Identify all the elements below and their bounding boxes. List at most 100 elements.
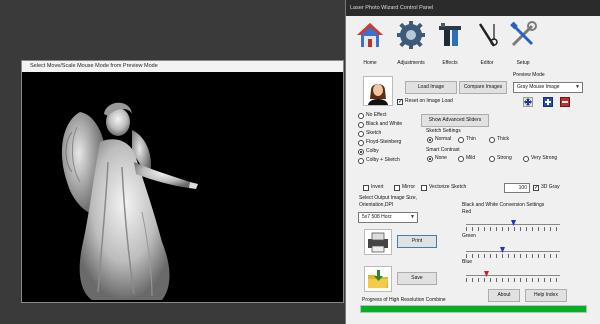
sketch-radio-thin[interactable] (458, 137, 464, 143)
save-icon-box (364, 266, 392, 292)
editor-icon (478, 23, 498, 47)
contrast-option-label: Strong (497, 155, 512, 161)
value-field[interactable]: 100 (504, 183, 530, 193)
preview-mode-select[interactable]: Gray Mouse Image ▼ (513, 82, 583, 93)
chevron-down-icon: ▼ (575, 84, 580, 90)
slider-ticks (466, 278, 560, 282)
progress-bar-fill (361, 306, 586, 312)
toolbar-editor-label: Editor (480, 60, 494, 66)
effect-label: No Effect (366, 112, 387, 118)
preview-canvas[interactable] (22, 72, 343, 302)
toolbar-home-label: Home (363, 60, 377, 66)
panel-title: Laser Photo Wizard Control Panel (346, 0, 600, 16)
slider-thumb[interactable] (499, 247, 505, 253)
control-panel: Laser Photo Wizard Control Panel Home Ad… (345, 0, 600, 324)
help-index-button[interactable]: Help Index (525, 289, 567, 302)
contrast-option-label: Mild (466, 155, 476, 161)
preview-mode-value: Gray Mouse Image (517, 84, 560, 90)
output-size-label-2: Orientation,DPI (359, 202, 394, 208)
effect-radio-sketch[interactable] (358, 131, 364, 137)
slider-track (466, 275, 560, 276)
sketch-option-label: Thick (497, 136, 509, 142)
slider-thumb[interactable] (510, 220, 516, 226)
slider-ticks (466, 254, 560, 258)
contrast-radio-very-strong[interactable] (523, 156, 529, 162)
about-button[interactable]: About (488, 289, 520, 302)
save-button[interactable]: Save (397, 272, 437, 285)
effect-radio-colby[interactable] (358, 149, 364, 155)
plus-icon (545, 99, 551, 105)
vectorize-sketch-checkbox[interactable] (421, 185, 427, 191)
toolbar-home[interactable]: Home (352, 20, 388, 66)
effect-label: Colby + Sketch (366, 157, 400, 163)
output-size-value: 5x7 508 Horz (362, 214, 392, 220)
contrast-radio-none[interactable] (427, 156, 433, 162)
effect-radio-colby-sketch[interactable] (358, 158, 364, 164)
angel-statue-image (61, 102, 198, 300)
reset-on-load-label: Reset on Image Load (405, 98, 453, 104)
smart-contrast-label: Smart Contrast (426, 147, 460, 153)
mirror-checkbox[interactable] (394, 185, 400, 191)
contrast-radio-mild[interactable] (458, 156, 464, 162)
invert-label: Invert (371, 184, 384, 190)
contrast-radio-strong[interactable] (489, 156, 495, 162)
effect-label: Colby (366, 148, 379, 154)
minus-icon (562, 101, 568, 103)
home-icon (357, 23, 383, 47)
gear-icon (397, 21, 425, 49)
toolbar-effects-label: Effects (442, 60, 458, 66)
sketch-radio-normal[interactable] (427, 137, 433, 143)
toolbar-editor[interactable]: Editor (469, 20, 505, 66)
sketch-option-label: Normal (435, 136, 452, 142)
mirror-label: Mirror (402, 184, 416, 190)
preview-mode-label: Preview Mode (513, 72, 545, 78)
sketch-radio-thick[interactable] (489, 137, 495, 143)
effects-icon (439, 23, 461, 46)
slider-label-red: Red (462, 209, 472, 215)
contrast-option-label: None (435, 155, 447, 161)
setup-icon (510, 21, 537, 47)
load-image-button[interactable]: Load Image (405, 81, 457, 94)
blue-slider[interactable] (466, 270, 560, 282)
green-slider[interactable] (466, 246, 560, 258)
slider-thumb[interactable] (483, 271, 489, 277)
toolbar-adjustments-label: Adjustments (397, 60, 425, 66)
zoom-in-button[interactable] (543, 97, 553, 107)
preview-title: Select Move/Scale Mouse Mode from Previe… (22, 61, 343, 72)
effect-label: Floyd-Steinberg (366, 139, 402, 145)
show-advanced-sliders-button[interactable]: Show Advanced Sliders (421, 114, 489, 127)
printer-icon (368, 232, 388, 253)
effect-label: Black and White (366, 121, 403, 127)
move-button[interactable] (523, 97, 533, 107)
effect-radio-black-and-white[interactable] (358, 122, 364, 128)
toolbar-setup[interactable]: Setup (505, 20, 541, 66)
reset-on-load-checkbox[interactable] (397, 98, 403, 106)
output-size-select[interactable]: 5x7 508 Horz ▼ (358, 212, 418, 223)
preview-window: Select Move/Scale Mouse Mode from Previe… (21, 60, 344, 303)
gray-3d-checkbox[interactable] (533, 184, 539, 192)
gray-3d-label: 3D Gray (541, 184, 560, 190)
sketch-settings-label: Sketch Settings (426, 128, 461, 134)
move-arrows-icon (524, 98, 532, 106)
progress-bar (360, 305, 587, 313)
folder-save-icon (368, 270, 388, 288)
toolbar-adjustments[interactable]: Adjustments (393, 20, 429, 66)
invert-checkbox[interactable] (363, 185, 369, 191)
effect-radio-floyd-steinberg[interactable] (358, 140, 364, 146)
red-slider[interactable] (466, 219, 560, 231)
toolbar-effects[interactable]: Effects (432, 20, 468, 66)
sketch-option-label: Thin (466, 136, 476, 142)
effect-radio-no-effect[interactable] (358, 113, 364, 119)
print-button[interactable]: Print (397, 235, 437, 248)
output-size-label: Select Output Image Size, (359, 195, 418, 201)
slider-ticks (466, 227, 560, 231)
effect-label: Sketch (366, 130, 382, 136)
vectorize-sketch-label: Vectorize Sketch (429, 184, 467, 190)
progress-label: Progress of High Resolution Combine (362, 297, 446, 303)
slider-label-blue: Blue (462, 259, 473, 265)
zoom-out-button[interactable] (560, 97, 570, 107)
compare-images-button[interactable]: Compare Images (459, 81, 507, 94)
printer-icon-box (364, 229, 392, 255)
chevron-down-icon: ▼ (410, 214, 415, 220)
toolbar: Home Adjustments Effects Editor Setup (346, 16, 600, 68)
